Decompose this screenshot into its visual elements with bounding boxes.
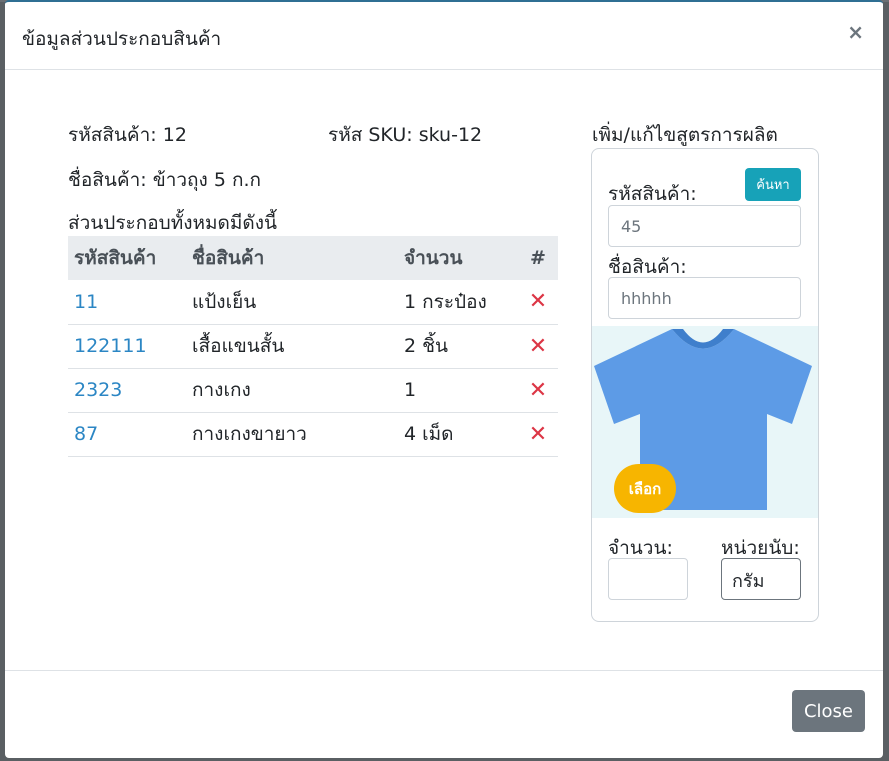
panel-qty-input[interactable] <box>608 558 688 600</box>
product-components-modal: ข้อมูลส่วนประกอบสินค้า × รหัสสินค้า: 12 … <box>5 0 883 758</box>
component-qty: 2 ชิ้น <box>398 324 518 369</box>
component-name: เสื้อแขนสั้น <box>186 324 398 369</box>
component-qty: 1 กระป๋อง <box>398 280 518 325</box>
table-row: 2323 กางเกง 1 ✕ <box>68 368 558 413</box>
component-code-link[interactable]: 11 <box>74 291 98 313</box>
col-name-header: ชื่อสินค้า <box>186 236 398 280</box>
table-row: 11 แป้งเย็น 1 กระป๋อง ✕ <box>68 280 558 325</box>
formula-panel: รหัสสินค้า: ค้นหา ชื่อสินค้า: เลือก จำนว… <box>591 148 819 622</box>
col-action-header: # <box>518 236 558 280</box>
component-code-link[interactable]: 87 <box>74 423 98 445</box>
product-image: เลือก <box>592 326 818 518</box>
product-code: รหัสสินค้า: 12 <box>68 124 187 146</box>
delete-icon[interactable]: ✕ <box>518 280 558 325</box>
unit-select[interactable]: กรัม <box>721 558 801 600</box>
delete-icon[interactable]: ✕ <box>518 368 558 413</box>
search-button[interactable]: ค้นหา <box>745 168 801 201</box>
components-table: รหัสสินค้า ชื่อสินค้า จำนวน # 11 แป้งเย็… <box>68 236 558 457</box>
component-name: กางเกง <box>186 368 398 413</box>
table-row: 87 กางเกงขายาว 4 เม็ด ✕ <box>68 412 558 457</box>
component-qty: 1 <box>398 368 518 413</box>
component-name: กางเกงขายาว <box>186 412 398 457</box>
component-name: แป้งเย็น <box>186 280 398 325</box>
panel-code-input[interactable] <box>608 205 801 247</box>
component-code-link[interactable]: 2323 <box>74 379 122 401</box>
col-qty-header: จำนวน <box>398 236 518 280</box>
modal-title: ข้อมูลส่วนประกอบสินค้า <box>22 28 222 50</box>
modal-header: ข้อมูลส่วนประกอบสินค้า × <box>5 2 883 70</box>
select-image-button[interactable]: เลือก <box>614 464 676 513</box>
close-icon[interactable]: × <box>847 22 864 42</box>
modal-footer: Close <box>5 670 883 761</box>
components-heading: ส่วนประกอบทั้งหมดมีดังนี้ <box>68 212 278 234</box>
component-qty: 4 เม็ด <box>398 412 518 457</box>
table-row: 122111 เสื้อแขนสั้น 2 ชิ้น ✕ <box>68 324 558 369</box>
delete-icon[interactable]: ✕ <box>518 324 558 369</box>
product-sku: รหัส SKU: sku-12 <box>328 124 483 146</box>
component-code-link[interactable]: 122111 <box>74 335 147 357</box>
close-button[interactable]: Close <box>792 690 865 732</box>
panel-name-input[interactable] <box>608 277 801 319</box>
delete-icon[interactable]: ✕ <box>518 412 558 457</box>
product-name: ชื่อสินค้า: ข้าวถุง 5 ก.ก <box>68 169 262 191</box>
col-code-header: รหัสสินค้า <box>68 236 186 280</box>
formula-panel-title: เพิ่ม/แก้ไขสูตรการผลิต <box>592 124 778 146</box>
table-header-row: รหัสสินค้า ชื่อสินค้า จำนวน # <box>68 236 558 280</box>
